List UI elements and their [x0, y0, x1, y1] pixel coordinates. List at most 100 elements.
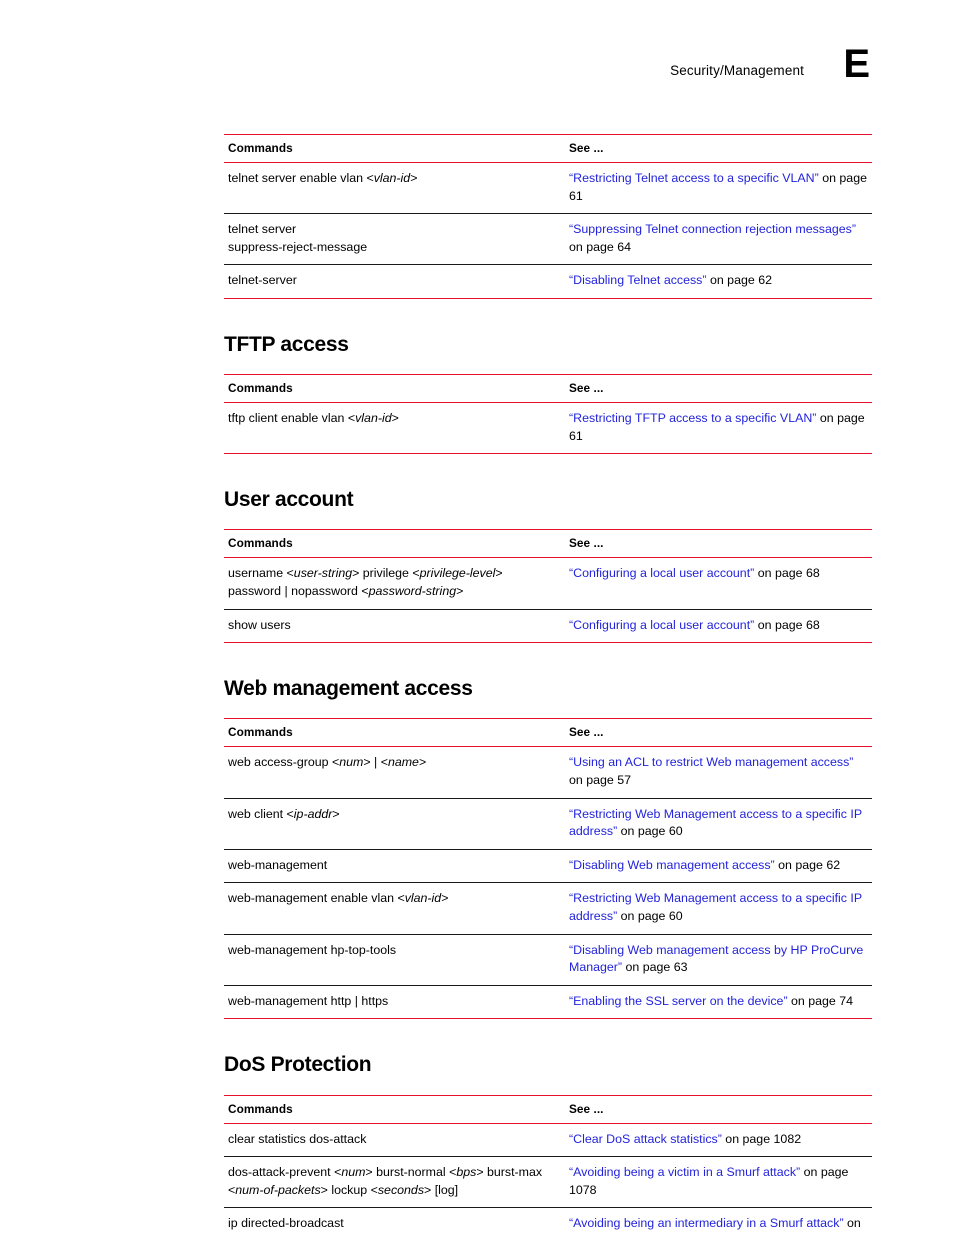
cross-reference-link[interactable]: “Restricting TFTP access to a specific V…: [569, 411, 816, 425]
table-row: web-management http | https “Enabling the…: [224, 985, 872, 1020]
section-heading: User account: [224, 488, 354, 512]
heading-spacer: [224, 356, 872, 374]
section-heading: TFTP access: [224, 333, 349, 357]
command-cell: show users: [224, 609, 565, 644]
cross-reference-link[interactable]: “Disabling Web management access by HP P…: [569, 943, 863, 975]
command-cell: tftp client enable vlan <vlan-id>: [224, 402, 565, 455]
command-text: >: [332, 806, 340, 821]
cross-reference-link[interactable]: “Suppressing Telnet connection rejection…: [569, 222, 856, 236]
table-row: dos-attack-prevent <num> burst-normal <b…: [224, 1156, 872, 1209]
see-reference-cell: “Restricting Telnet access to a specific…: [565, 162, 872, 215]
column-header-commands: Commands: [224, 529, 565, 559]
command-parameter: vlan-id: [355, 411, 392, 426]
command-cell: telnet server suppress-reject-message: [224, 213, 565, 266]
cross-reference-page: on page 68: [754, 566, 820, 581]
cross-reference-page: on page 63: [622, 960, 688, 975]
command-text: <: [370, 1182, 378, 1197]
table-header-row: Commands See ...: [224, 718, 872, 748]
page-content: Commands See ... telnet server enable vlan…: [224, 134, 872, 1235]
command-text: suppress-reject-message: [228, 239, 368, 254]
cross-reference-link[interactable]: “Restricting Web Management access to a …: [569, 891, 862, 923]
table-row: tftp client enable vlan <vlan-id> “Restri…: [224, 402, 872, 455]
cross-reference-page: on page 1082: [721, 1131, 802, 1146]
column-header-commands: Commands: [224, 1094, 565, 1124]
see-reference-cell: “Suppressing Telnet connection rejection…: [565, 213, 872, 266]
command-text: clear statistics dos-attack: [228, 1131, 367, 1146]
command-text: >: [495, 566, 503, 581]
see-reference-cell: “Using an ACL to restrict Web management…: [565, 746, 872, 799]
cross-reference-link[interactable]: “Disabling Telnet access”: [569, 273, 707, 287]
see-reference-cell: “Configuring a local user account” on pa…: [565, 609, 872, 644]
heading-spacer: [224, 700, 872, 718]
column-header-commands: Commands: [224, 134, 565, 163]
command-text: tftp client enable vlan: [228, 411, 348, 426]
cross-reference-page: on page 62: [774, 857, 841, 872]
command-text: ip directed-broadcast: [228, 1216, 344, 1231]
cross-reference-link[interactable]: “Disabling Web management access”: [569, 858, 775, 872]
cross-reference-link[interactable]: “Enabling the SSL server on the device”: [569, 994, 788, 1008]
section-heading: Web management access: [224, 677, 473, 701]
table-row: ip directed-broadcast “Avoiding being an …: [224, 1208, 872, 1235]
command-text: <: [286, 806, 294, 821]
command-text: <: [412, 566, 420, 581]
command-text: <: [366, 171, 374, 185]
cross-reference-link[interactable]: “Avoiding being an intermediary in a Smu…: [569, 1216, 844, 1230]
table-header-row: Commands See ...: [224, 134, 872, 163]
command-text: web-management: [228, 857, 328, 872]
table-row: telnet server enable vlan <vlan-id> “Rest…: [224, 162, 872, 215]
heading-spacer: [224, 1077, 872, 1095]
table-row: web access-group <num> | <name> “Using an…: [224, 746, 872, 799]
cross-reference-link[interactable]: “Configuring a local user account”: [569, 566, 754, 580]
table-row: telnet-server “Disabling Telnet access” o…: [224, 264, 872, 300]
cross-reference-link[interactable]: “Avoiding being a victim in a Smurf atta…: [569, 1165, 800, 1179]
command-text: web client: [228, 806, 287, 821]
command-reference-table: Commands See ... telnet server enable vlan…: [224, 134, 872, 300]
see-reference-cell: “Avoiding being an intermediary in a Smu…: [565, 1208, 872, 1235]
command-text: >: [391, 411, 399, 426]
table-row: show users “Configuring a local user acco…: [224, 609, 872, 644]
table-row: clear statistics dos-attack “Clear DoS at…: [224, 1123, 872, 1158]
see-reference-cell: “Disabling Web management access” on pag…: [565, 849, 872, 884]
command-parameter: bps: [456, 1165, 477, 1180]
cross-reference-page: on page 68: [754, 617, 820, 632]
cross-reference-page: on page 62: [706, 273, 772, 288]
appendix-letter: E: [843, 42, 870, 86]
command-parameter: password-string: [368, 584, 457, 599]
table-row: web-management hp-top-tools “Disabling We…: [224, 934, 872, 986]
see-reference-cell: “Disabling Telnet access” on page 62: [565, 264, 872, 300]
table-row: username <user-string> privilege <privil…: [224, 557, 872, 610]
see-reference-cell: “Restricting TFTP access to a specific V…: [565, 402, 872, 455]
command-text: <: [286, 566, 294, 581]
command-reference-table: Commands See ... tftp client enable vlan <…: [224, 374, 872, 455]
command-parameter: name: [387, 755, 419, 770]
column-header-see: See ...: [565, 374, 872, 404]
table-header-row: Commands See ...: [224, 529, 872, 559]
command-text: > burst-normal: [365, 1165, 450, 1180]
cross-reference-link[interactable]: “Clear DoS attack statistics”: [569, 1132, 722, 1146]
command-cell: web-management enable vlan <vlan-id>: [224, 882, 565, 935]
cross-reference-page: on page 60: [617, 909, 683, 924]
command-text: web-management enable vlan: [228, 891, 398, 906]
cross-reference-link[interactable]: “Configuring a local user account”: [569, 618, 754, 632]
cross-reference-link[interactable]: “Using an ACL to restrict Web management…: [569, 755, 853, 769]
command-cell: web-management hp-top-tools: [224, 934, 565, 986]
command-text: telnet server enable vlan: [228, 171, 367, 185]
heading-spacer: [224, 511, 872, 529]
document-page: Security/Management E Commands See ... tel…: [0, 0, 954, 1235]
command-cell: web-management http | https: [224, 985, 565, 1020]
see-reference-cell: “Configuring a local user account” on pa…: [565, 557, 872, 610]
command-cell: username <user-string> privilege <privil…: [224, 557, 565, 610]
cross-reference-link[interactable]: “Restricting Web Management access to a …: [569, 807, 862, 839]
command-parameter: user-string: [293, 566, 353, 581]
column-header-see: See ...: [565, 529, 872, 559]
command-text: web-management http | https: [228, 993, 389, 1008]
table-row: web-management enable vlan <vlan-id> “Res…: [224, 882, 872, 935]
command-text: > privilege: [352, 566, 413, 581]
command-cell: ip directed-broadcast: [224, 1208, 565, 1235]
see-reference-cell: “Restricting Web Management access to a …: [565, 882, 872, 935]
command-reference-table: Commands See ... web access-group <num> | …: [224, 718, 872, 1020]
command-parameter: num: [341, 1165, 366, 1180]
cross-reference-link[interactable]: “Restricting Telnet access to a specific…: [569, 171, 819, 185]
